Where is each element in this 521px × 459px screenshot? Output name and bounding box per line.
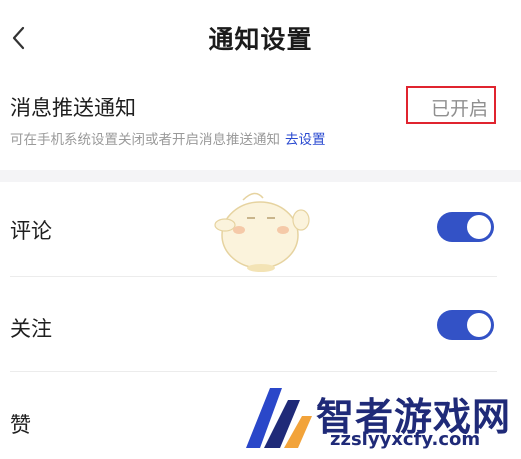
setting-row-follow: 关注 (0, 277, 521, 372)
push-hint-text: 可在手机系统设置关闭或者开启消息推送通知 (10, 132, 280, 148)
push-hint: 可在手机系统设置关闭或者开启消息推送通知 去设置 (10, 128, 326, 148)
push-notification-label: 消息推送通知 (10, 96, 136, 120)
brand-watermark: 智者游戏网 zzslyyxcfy.com (240, 380, 521, 455)
push-notification-section: 消息推送通知 已开启 可在手机系统设置关闭或者开启消息推送通知 去设置 (0, 70, 521, 170)
follow-toggle[interactable] (437, 310, 494, 340)
mascot-watermark (214, 192, 310, 272)
status-highlight-box: 已开启 (406, 86, 496, 124)
comment-toggle[interactable] (437, 212, 494, 242)
push-status-text: 已开启 (430, 98, 488, 120)
toggle-knob (467, 313, 491, 337)
toggle-knob (467, 215, 491, 239)
setting-label-follow: 关注 (10, 317, 52, 341)
nav-header: 通知设置 (0, 0, 521, 70)
brand-logo-icon (246, 388, 312, 448)
setting-label-comment: 评论 (10, 219, 52, 243)
setting-label-like: 赞 (10, 413, 31, 437)
go-settings-link[interactable]: 去设置 (285, 132, 326, 148)
brand-url: zzslyyxcfy.com (330, 429, 481, 450)
page-title: 通知设置 (208, 25, 313, 54)
